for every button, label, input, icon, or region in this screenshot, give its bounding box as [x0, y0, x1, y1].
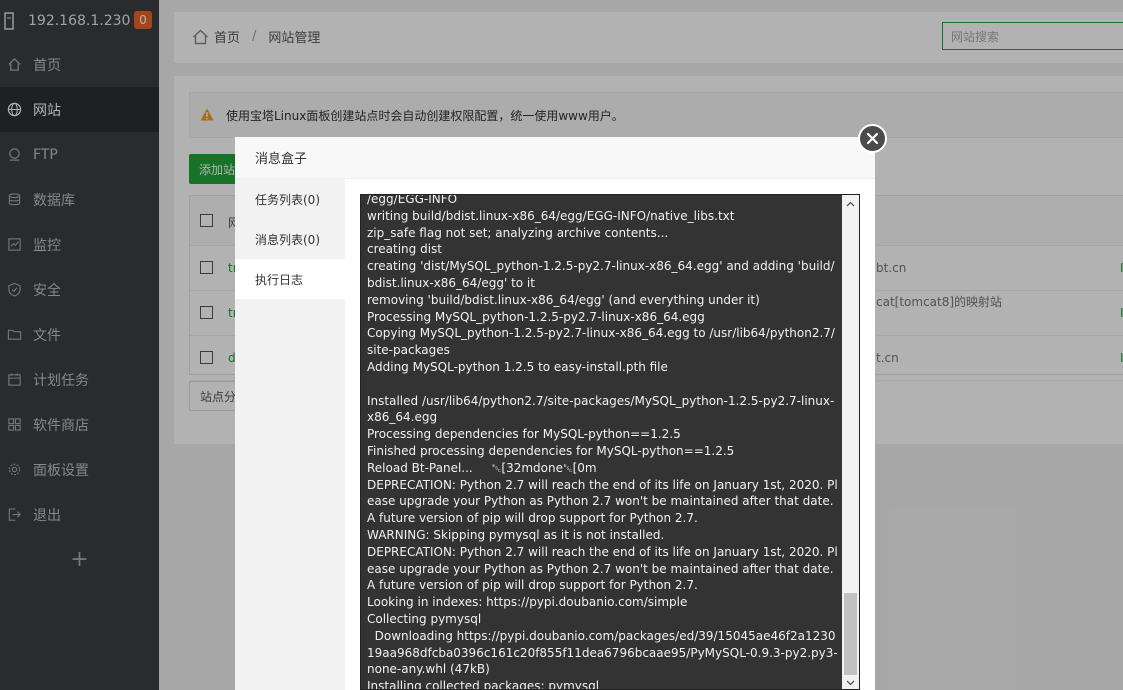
log-output: /egg/EGG-INFO writing build/bdist.linux-…: [367, 194, 838, 690]
exec-log-console[interactable]: /egg/EGG-INFO writing build/bdist.linux-…: [360, 194, 860, 690]
scroll-up-icon[interactable]: [842, 195, 859, 212]
log-scrollbar[interactable]: [842, 195, 859, 689]
scrollbar-thumb[interactable]: [844, 593, 857, 675]
tab-exec-log[interactable]: 执行日志: [235, 259, 345, 299]
close-dialog-button[interactable]: [858, 124, 887, 153]
message-box-dialog: 消息盒子 任务列表(0) 消息列表(0) 执行日志 /egg/EGG-INFO …: [235, 137, 875, 690]
close-icon: [866, 132, 879, 145]
tab-task-list[interactable]: 任务列表(0): [235, 179, 345, 219]
dialog-title: 消息盒子: [235, 137, 875, 179]
scroll-down-icon[interactable]: [842, 674, 859, 689]
dialog-nav: 任务列表(0) 消息列表(0) 执行日志: [235, 179, 345, 690]
tab-message-list[interactable]: 消息列表(0): [235, 219, 345, 259]
